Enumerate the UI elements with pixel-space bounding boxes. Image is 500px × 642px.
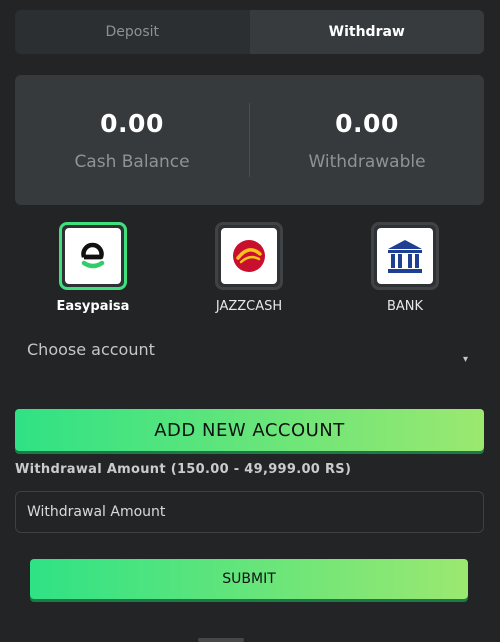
method-label: BANK	[386, 299, 424, 314]
caret-down-icon: ▾	[462, 354, 468, 365]
add-new-account-button[interactable]: ADD NEW ACCOUNT	[15, 409, 484, 451]
withdrawable-label: Withdrawable	[308, 151, 426, 172]
submit-button[interactable]: SUBMIT	[30, 559, 468, 599]
cash-balance-label: Cash Balance	[74, 151, 190, 172]
deposit-withdraw-tabs: Deposit Withdraw	[15, 10, 484, 54]
withdrawable-value: 0.00	[335, 108, 399, 138]
withdrawal-amount-input[interactable]	[15, 491, 484, 533]
bottom-handle	[198, 638, 244, 642]
payment-methods: Easypaisa JAZZCASH BANK	[0, 222, 500, 322]
method-label: JAZZCASH	[215, 299, 283, 314]
tab-deposit[interactable]: Deposit	[15, 10, 250, 54]
method-bank[interactable]: BANK	[350, 222, 460, 314]
easypaisa-logo-icon	[59, 222, 127, 290]
method-easypaisa[interactable]: Easypaisa	[38, 222, 148, 314]
withdrawable-balance: 0.00 Withdrawable	[250, 109, 484, 172]
balance-panel: 0.00 Cash Balance 0.00 Withdrawable	[15, 75, 484, 205]
cash-balance: 0.00 Cash Balance	[15, 109, 249, 172]
choose-account-placeholder: Choose account	[27, 340, 155, 359]
withdrawal-amount-label: Withdrawal Amount (150.00 - 49,999.00 RS…	[15, 462, 352, 477]
choose-account-select[interactable]: Choose account ▾	[15, 336, 484, 382]
jazzcash-logo-icon	[215, 222, 283, 290]
method-label: Easypaisa	[56, 299, 130, 314]
tab-withdraw[interactable]: Withdraw	[249, 10, 484, 54]
cash-balance-value: 0.00	[100, 108, 164, 138]
method-jazzcash[interactable]: JAZZCASH	[194, 222, 304, 314]
bank-icon	[371, 222, 439, 290]
